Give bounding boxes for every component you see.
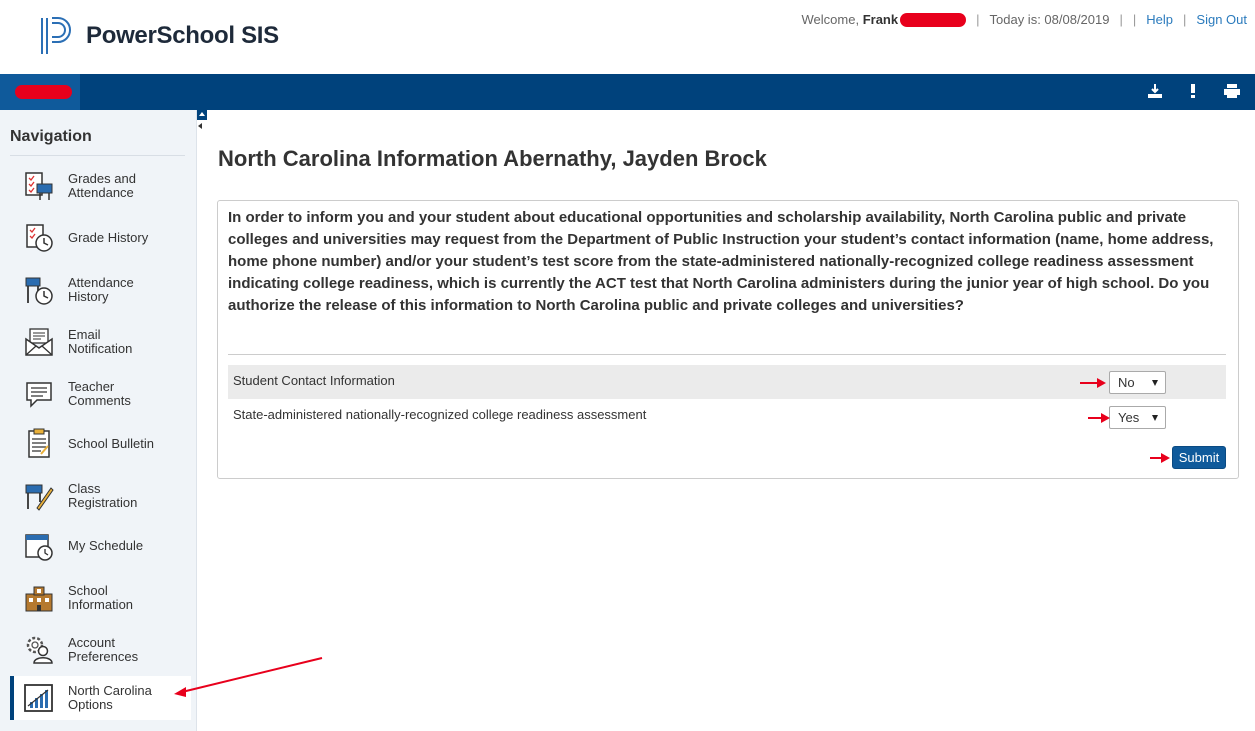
powerschool-logo-icon <box>41 17 71 54</box>
divider <box>228 354 1226 355</box>
sidebar-item-north-carolina-options[interactable]: North Carolina Options <box>10 676 191 720</box>
today-date: Today is: 08/08/2019 <box>989 12 1110 27</box>
sidebar-item-label: Email Notification <box>68 327 133 356</box>
sidebar-collapse-control[interactable] <box>197 110 207 132</box>
sidebar-item-email-notification[interactable]: Email Notification <box>10 320 191 364</box>
sidebar-item-label: Grade History <box>68 230 149 245</box>
redaction-mark <box>15 85 72 99</box>
user-name: Frank <box>862 12 899 27</box>
welcome-prefix: Welcome, <box>801 12 860 27</box>
account-preferences-icon <box>22 633 56 667</box>
sidebar-item-label: My Schedule <box>68 538 144 553</box>
sidebar-item-label: Account Preferences <box>68 635 139 664</box>
school-information-icon <box>22 581 56 615</box>
form-row-student-contact: Student Contact Information <box>228 365 1226 399</box>
school-bulletin-icon <box>22 427 56 461</box>
sign-out-link[interactable]: Sign Out <box>1196 12 1247 27</box>
sidebar-item-grade-history[interactable]: Grade History <box>10 216 191 260</box>
grade-history-icon <box>22 221 56 255</box>
chevron-down-icon <box>1152 380 1158 386</box>
print-icon[interactable] <box>1223 83 1241 104</box>
form-row-readiness-assessment: State-administered nationally-recognized… <box>228 399 1226 433</box>
redaction-mark <box>900 12 967 27</box>
row-label: State-administered nationally-recognized… <box>233 407 647 422</box>
sidebar-item-attendance-history[interactable]: Attendance History <box>10 268 191 312</box>
sidebar-item-grades-and-attendance[interactable]: Grades and Attendance <box>10 164 191 208</box>
sidebar-item-label: North Carolina Options <box>68 683 152 712</box>
sidebar-item-account-preferences[interactable]: Account Preferences <box>10 628 191 672</box>
sidebar-item-my-schedule[interactable]: My Schedule <box>10 524 191 568</box>
top-toolbar <box>0 74 1255 110</box>
download-icon[interactable] <box>1147 83 1163 104</box>
sidebar-item-label: Grades and Attendance <box>68 171 136 200</box>
teacher-comments-icon <box>22 377 56 411</box>
user-links: Welcome, Frank | Today is: 08/08/2019 | … <box>802 12 1247 27</box>
sidebar-item-school-bulletin[interactable]: School Bulletin <box>10 422 191 466</box>
separator: | <box>1119 12 1123 27</box>
sidebar-item-class-registration[interactable]: Class Registration <box>10 474 191 518</box>
page-title: North Carolina Information Abernathy, Ja… <box>218 146 767 171</box>
sidebar-item-label: Teacher Comments <box>68 379 131 408</box>
separator: | <box>1132 12 1137 27</box>
email-notification-icon <box>22 325 56 359</box>
authorization-question: In order to inform you and your student … <box>228 209 1214 314</box>
sidebar-item-teacher-comments[interactable]: Teacher Comments <box>10 372 191 416</box>
my-schedule-icon <box>22 529 56 563</box>
help-link[interactable]: Help <box>1146 12 1173 27</box>
north-carolina-options-icon <box>22 681 56 715</box>
sidebar-item-school-information[interactable]: School Information <box>10 576 191 620</box>
divider <box>10 155 185 156</box>
grades-attendance-icon <box>22 169 56 203</box>
alert-icon[interactable] <box>1190 83 1196 104</box>
nav-title: Navigation <box>10 128 92 145</box>
page-header: PowerSchool SIS Welcome, Frank | Today i… <box>0 0 1255 74</box>
select-value: Yes <box>1118 410 1140 425</box>
separator: | <box>1183 12 1187 27</box>
chevron-down-icon <box>1152 415 1158 421</box>
readiness-assessment-select[interactable]: Yes <box>1109 406 1166 429</box>
class-registration-icon <box>22 479 56 513</box>
sidebar-item-label: Attendance History <box>68 275 134 304</box>
student-contact-select[interactable]: No <box>1109 371 1166 394</box>
separator: | <box>976 12 980 27</box>
collapse-left-icon[interactable] <box>198 123 202 129</box>
app-title: PowerSchool SIS <box>86 22 279 49</box>
sidebar-item-label: School Information <box>68 583 134 612</box>
select-value: No <box>1118 375 1135 390</box>
student-selector[interactable] <box>0 74 80 110</box>
sidebar: Navigation Grades and Attendance Grade H… <box>0 110 197 731</box>
row-label: Student Contact Information <box>233 373 395 388</box>
attendance-history-icon <box>22 273 56 307</box>
powerschool-logo[interactable]: PowerSchool SIS <box>36 14 279 58</box>
collapse-up-icon[interactable] <box>197 110 207 120</box>
sidebar-item-label: Class Registration <box>68 481 138 510</box>
submit-button[interactable]: Submit <box>1172 446 1226 469</box>
sidebar-item-label: School Bulletin <box>68 436 154 451</box>
